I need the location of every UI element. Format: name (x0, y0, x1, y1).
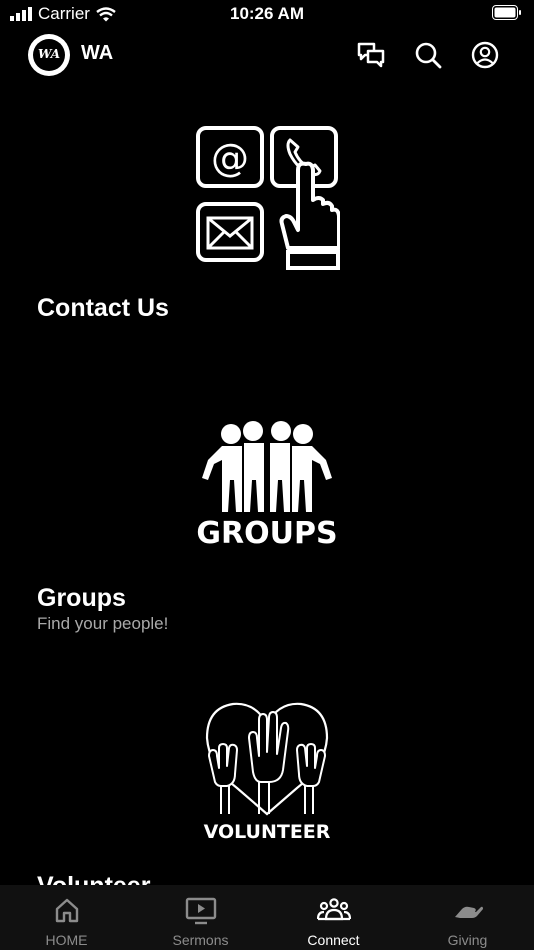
status-bar: Carrier 10:26 AM (0, 0, 534, 28)
tab-label: HOME (45, 932, 88, 948)
chat-icon (357, 42, 385, 68)
tab-giving[interactable]: Giving (401, 885, 534, 950)
tab-sermons[interactable]: Sermons (134, 885, 267, 950)
card-title: Volunteer (37, 872, 150, 885)
status-time: 10:26 AM (229, 4, 304, 23)
contact-us-card[interactable]: @ Contact Us (0, 90, 534, 340)
volunteer-graphic: VOLUNTEER (0, 698, 534, 842)
contact-graphic: @ (0, 124, 534, 272)
giving-hand-icon (401, 897, 534, 925)
card-title: Groups (37, 584, 126, 612)
chat-button[interactable] (354, 38, 388, 72)
card-title: Contact Us (37, 294, 169, 322)
svg-text:@: @ (211, 136, 249, 180)
battery-icon (492, 5, 522, 25)
people-icon (267, 897, 400, 925)
tab-label: Connect (307, 932, 360, 948)
tab-label: Giving (447, 932, 488, 948)
groups-graphic: GROUPS (0, 420, 534, 550)
volunteer-icon: VOLUNTEER (204, 702, 331, 842)
groups-graphic-text: GROUPS (196, 516, 337, 550)
logo-text: WA (33, 39, 65, 71)
volunteer-graphic-text: VOLUNTEER (204, 821, 331, 842)
home-icon (0, 897, 133, 925)
app-title: WA (81, 42, 114, 64)
search-button[interactable] (411, 38, 445, 72)
tab-label: Sermons (172, 932, 229, 948)
connect-list[interactable]: @ Contact Us GROUPS Groups Find your peo… (0, 90, 534, 885)
account-button[interactable] (468, 38, 502, 72)
contact-icons-icon: @ (196, 126, 340, 270)
volunteer-card[interactable]: VOLUNTEER Volunteer (0, 690, 534, 885)
groups-card[interactable]: GROUPS Groups Find your people! (0, 390, 534, 650)
app-header: WA WA (0, 30, 534, 82)
tab-connect[interactable]: Connect (267, 885, 400, 950)
groups-icon: GROUPS (196, 421, 338, 550)
tv-play-icon (134, 897, 267, 925)
tab-bar: HOME Sermons Connect Giving (0, 885, 534, 950)
card-subtitle: Find your people! (37, 614, 169, 633)
app-logo[interactable]: WA (28, 34, 70, 76)
search-icon (415, 42, 442, 69)
user-circle-icon (471, 41, 499, 69)
tab-home[interactable]: HOME (0, 885, 133, 950)
